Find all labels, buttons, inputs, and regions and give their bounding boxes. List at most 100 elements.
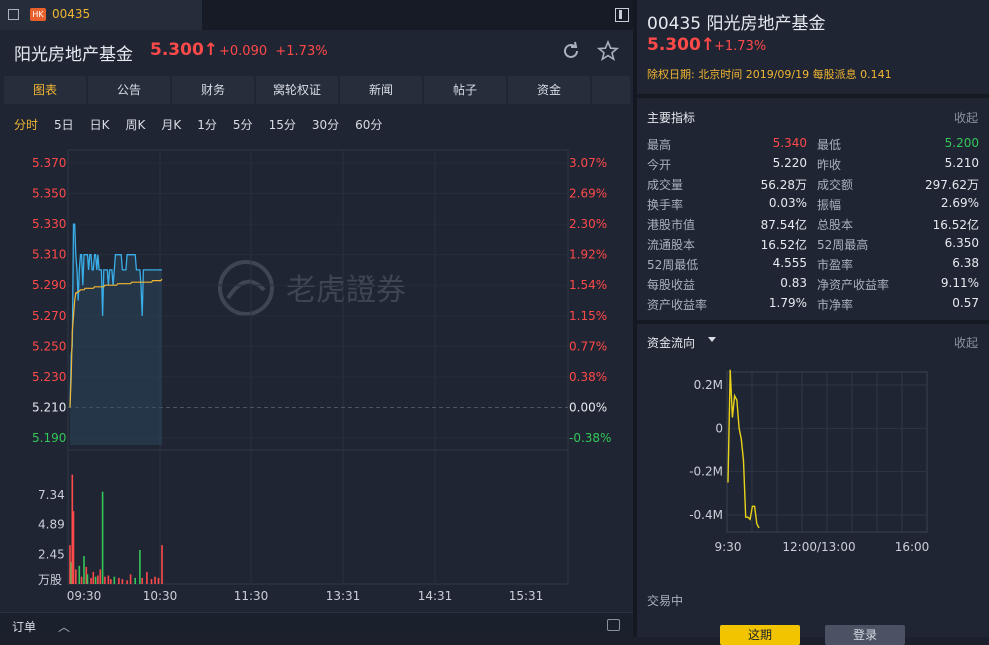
- pct-tick-label: 1.54%: [569, 278, 607, 292]
- period-1m[interactable]: 1分: [197, 116, 217, 133]
- volume-bar: [94, 576, 97, 584]
- pct-tick-label: 0.77%: [569, 339, 607, 353]
- detail-price: 5.300↑: [647, 35, 716, 55]
- volume-bar: [161, 545, 163, 584]
- volume-bar: [104, 576, 106, 584]
- indicator-label: 流通股本: [647, 238, 696, 252]
- indicator-value: 6.350: [944, 236, 979, 250]
- indicator-label: 总股本: [817, 218, 854, 232]
- flow-line: [727, 369, 760, 529]
- price-tick-label: 5.230: [32, 370, 66, 384]
- period-monthly[interactable]: 月K: [161, 116, 181, 133]
- price-tick-label: 5.310: [32, 248, 66, 262]
- nav-announcements[interactable]: 公告: [88, 76, 170, 104]
- volume-tick-label: 4.89: [38, 518, 65, 532]
- intraday-chart[interactable]: 老虎證券 5.370 3.07% 5.350 2.69% 5.330 2.30% 5.310…: [0, 140, 633, 610]
- period-daily[interactable]: 日K: [90, 116, 110, 133]
- volume-bar: [90, 577, 92, 584]
- indicator-value: 6.38: [952, 256, 979, 270]
- indicator-row: 最高 5.340 最低 5.200: [647, 136, 979, 156]
- nav-news[interactable]: 新闻: [340, 76, 422, 104]
- indicator-row: 流通股本 16.52亿 52周最高 6.350: [647, 236, 979, 256]
- indicator-row: 每股收益 0.83 净资产收益率 9.11%: [647, 276, 979, 296]
- nav-financials[interactable]: 财务: [172, 76, 254, 104]
- arrow-up-icon: ↑: [203, 40, 219, 60]
- quote-panel: HK 00435 阳光房地产基金 5.300↑ +0.090 +1.73% 图表…: [0, 0, 633, 637]
- indicator-value: 0.83: [780, 276, 807, 290]
- indicator-label: 今开: [647, 158, 672, 172]
- arrow-up-icon: ↑: [700, 35, 716, 55]
- indicator-label: 市盈率: [817, 258, 854, 272]
- pct-tick-label: -0.38%: [569, 431, 611, 445]
- tab-code: 00435: [52, 7, 91, 21]
- login-button[interactable]: 登录: [825, 625, 905, 645]
- time-tick-label: 14:31: [418, 589, 453, 603]
- indicator-value: 1.79%: [768, 296, 807, 310]
- period-weekly[interactable]: 周K: [126, 116, 146, 133]
- flow-x-tick: 12:00/13:00: [782, 540, 855, 554]
- volume-bar: [110, 579, 112, 584]
- buy-button[interactable]: 这期: [720, 625, 800, 645]
- period-5m[interactable]: 5分: [233, 116, 253, 133]
- indicator-label: 换手率: [647, 198, 684, 212]
- volume-bar: [150, 579, 153, 584]
- chart-watermark: 老虎證券: [218, 260, 406, 316]
- time-tick-label: 11:30: [234, 589, 269, 603]
- chevron-up-icon[interactable]: ︿: [58, 618, 70, 635]
- pct-tick-label: 1.15%: [569, 309, 607, 323]
- indicator-value: 0.03%: [768, 196, 807, 210]
- period-intraday[interactable]: 分时: [14, 116, 38, 133]
- pct-tick-label: 1.92%: [569, 248, 607, 262]
- indicator-label: 成交额: [817, 178, 854, 192]
- volume-bar: [72, 511, 75, 584]
- refresh-icon[interactable]: [561, 41, 581, 61]
- indicator-value: 87.54亿: [760, 218, 807, 232]
- period-15m[interactable]: 15分: [269, 116, 296, 133]
- volume-bar: [80, 576, 83, 584]
- indicator-value: 5.340: [772, 136, 807, 150]
- order-label[interactable]: 订单: [12, 618, 36, 635]
- volume-bar: [141, 577, 143, 584]
- flow-x-tick: 16:00: [895, 540, 930, 554]
- tab-square-icon[interactable]: [8, 9, 19, 20]
- panel-toggle-icon[interactable]: [615, 8, 629, 22]
- period-60m[interactable]: 60分: [355, 116, 382, 133]
- flow-y-tick: 0: [715, 421, 723, 435]
- flow-title[interactable]: 资金流向: [647, 334, 695, 351]
- indicator-row: 换手率 0.03% 振幅 2.69%: [647, 196, 979, 216]
- indicators-title: 主要指标: [647, 111, 696, 125]
- flow-x-tick: 9:30: [715, 540, 742, 554]
- indicator-label: 52周最低: [647, 258, 699, 272]
- nav-more[interactable]: [592, 76, 630, 104]
- indicator-value: 9.11%: [940, 276, 979, 290]
- indicator-value: 297.62万: [925, 178, 979, 192]
- nav-warrants[interactable]: 窝轮权证: [256, 76, 338, 104]
- indicator-label: 港股市值: [647, 218, 696, 232]
- volume-bar: [134, 577, 136, 584]
- nav-posts[interactable]: 帖子: [424, 76, 506, 104]
- indicator-value: 2.69%: [940, 196, 979, 210]
- tab-stock[interactable]: HK 00435: [0, 0, 202, 30]
- chevron-down-icon[interactable]: [708, 337, 716, 342]
- flow-collapse[interactable]: 收起: [954, 334, 978, 351]
- price-tick-label: 5.350: [32, 187, 66, 201]
- pct-tick-label: 3.07%: [569, 156, 607, 170]
- nav-chart[interactable]: 图表: [4, 76, 86, 104]
- indicator-label: 净资产收益率: [817, 278, 890, 292]
- volume-bar: [126, 580, 128, 584]
- period-30m[interactable]: 30分: [312, 116, 339, 133]
- price-tick-label: 5.210: [32, 400, 66, 414]
- star-icon[interactable]: [597, 40, 619, 62]
- price-tick-label: 5.370: [32, 156, 66, 170]
- time-tick-label: 10:30: [143, 589, 178, 603]
- volume-bar: [157, 577, 160, 584]
- period-5d[interactable]: 5日: [54, 116, 74, 133]
- price-tick-label: 5.190: [32, 431, 66, 445]
- indicators-collapse[interactable]: 收起: [954, 109, 978, 126]
- volume-bar: [75, 569, 77, 584]
- stock-change: +0.090 +1.73%: [219, 44, 328, 59]
- indicator-label: 52周最高: [817, 238, 869, 252]
- volume-bar: [139, 550, 141, 584]
- copy-icon[interactable]: [607, 619, 620, 631]
- nav-capital[interactable]: 资金: [508, 76, 590, 104]
